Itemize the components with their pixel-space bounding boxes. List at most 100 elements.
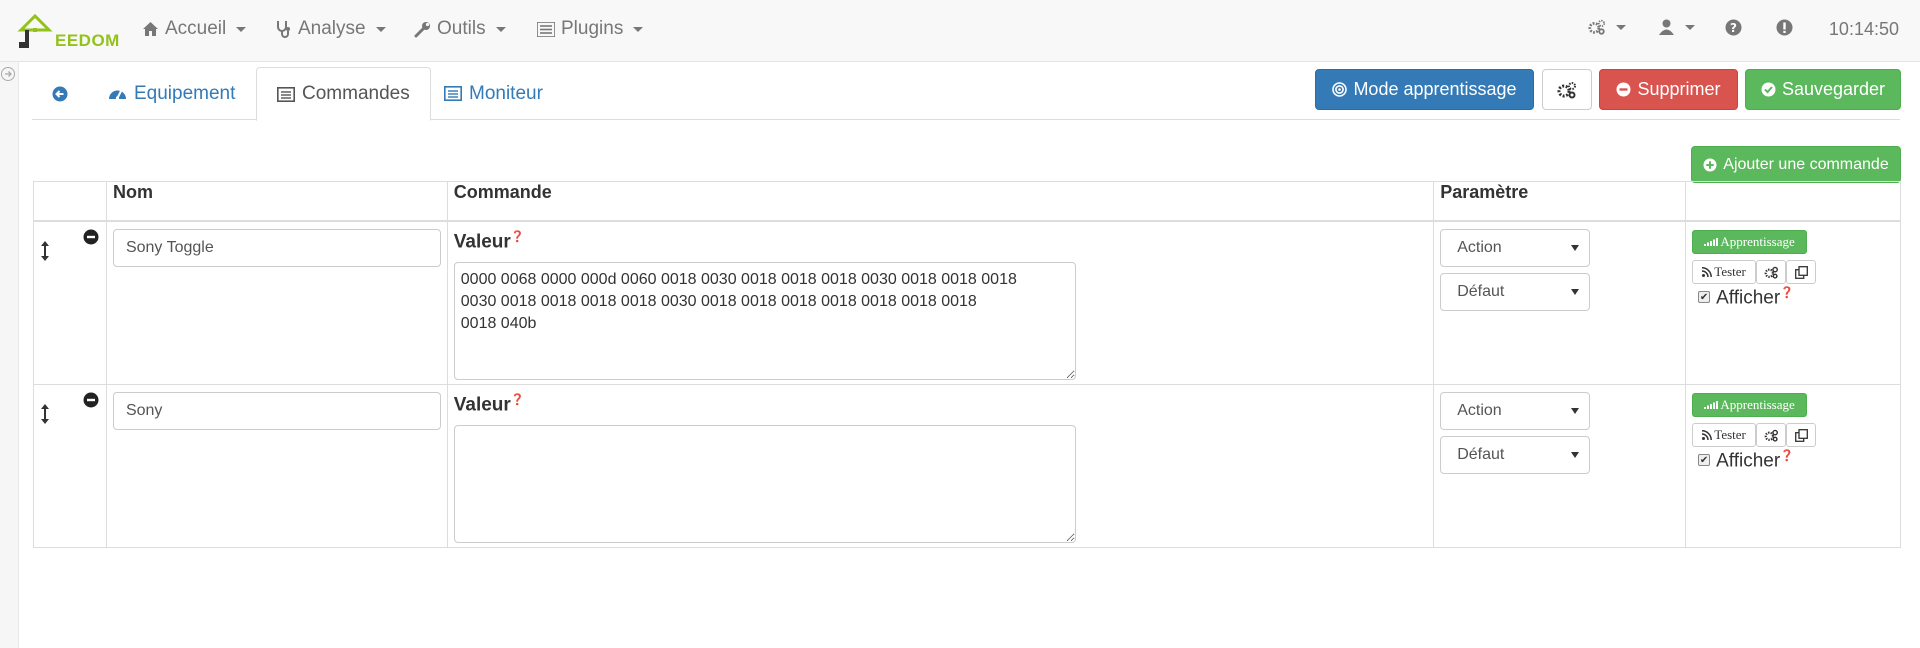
chevron-down-icon xyxy=(1685,24,1695,30)
drag-handle-icon[interactable] xyxy=(40,240,50,262)
plus-circle-icon xyxy=(1703,158,1717,171)
question-circle-icon[interactable]: ❓ xyxy=(511,394,525,406)
copy-icon xyxy=(1794,265,1808,279)
command-subtype-select[interactable]: Défaut xyxy=(1440,436,1591,474)
delete-label: Supprimer xyxy=(1637,79,1721,99)
command-type-select[interactable]: Action xyxy=(1440,392,1591,430)
header-handle xyxy=(33,181,107,222)
test-command-label: Tester xyxy=(1714,427,1746,442)
valeur-label: Valeur❓ xyxy=(454,230,525,253)
rss-icon xyxy=(1702,267,1713,277)
clock: 10:14:50 xyxy=(1828,19,1899,39)
learn-command-button[interactable]: Apprentissage xyxy=(1692,230,1808,254)
dropdown-arrow-icon xyxy=(1571,452,1580,458)
command-type-value: Action xyxy=(1457,402,1502,419)
show-label: Afficher❓ xyxy=(1716,286,1794,309)
user-dropdown[interactable] xyxy=(1657,18,1695,36)
menu-outils[interactable]: Outils xyxy=(413,18,506,40)
arrow-circle-left-icon xyxy=(52,86,68,101)
duplicate-command-button[interactable] xyxy=(1786,423,1817,447)
chevron-down-icon xyxy=(495,26,506,32)
test-command-button[interactable]: Tester xyxy=(1692,423,1757,447)
command-value-textarea[interactable]: 0000 0068 0000 000d 0060 0018 0030 0018 … xyxy=(453,262,1076,380)
table-row: Sony Toggle Valeur❓ 0000 0068 0000 000d … xyxy=(33,220,1901,385)
command-subtype-value: Défaut xyxy=(1457,446,1505,463)
question-icon: ? xyxy=(1724,18,1742,36)
question-circle-icon[interactable]: ❓ xyxy=(1780,287,1794,299)
left-sidebar-strip xyxy=(0,62,19,648)
add-command-button[interactable]: Ajouter une commande xyxy=(1691,146,1901,183)
command-subtype-select[interactable]: Défaut xyxy=(1440,273,1591,311)
command-config-button[interactable] xyxy=(1756,423,1787,447)
menu-plugins[interactable]: Plugins xyxy=(537,18,644,40)
dropdown-arrow-icon xyxy=(1571,245,1580,251)
table-row: Sony Valeur❓ Action Défaut Apprentissage… xyxy=(33,384,1901,548)
logo-text: EEDOM xyxy=(55,31,120,50)
header-parametre: Paramètre xyxy=(1433,181,1687,222)
chevron-down-icon xyxy=(1616,24,1626,30)
test-command-label: Tester xyxy=(1714,264,1746,279)
duplicate-command-button[interactable] xyxy=(1786,260,1817,284)
command-name-input[interactable]: Sony Toggle xyxy=(112,229,441,267)
tab-equipement[interactable]: Equipement xyxy=(88,67,255,120)
chevron-down-icon xyxy=(633,26,644,32)
learn-mode-label: Mode apprentissage xyxy=(1353,79,1517,99)
menu-analyse[interactable]: Analyse xyxy=(274,18,386,40)
tab-commandes-label: Commandes xyxy=(302,83,410,104)
learn-command-label: Apprentissage xyxy=(1720,397,1795,412)
drag-handle-icon[interactable] xyxy=(40,403,50,425)
valeur-label-text: Valeur xyxy=(453,231,511,253)
svg-text:?: ? xyxy=(1730,21,1737,35)
gears-icon xyxy=(1764,266,1778,279)
header-nom: Nom xyxy=(105,181,448,222)
tab-back[interactable] xyxy=(32,67,88,120)
chevron-down-icon xyxy=(375,26,386,32)
copy-icon xyxy=(1794,428,1808,442)
arrow-right-icon xyxy=(5,71,12,77)
stethoscope-icon xyxy=(274,20,292,38)
tab-moniteur[interactable]: Moniteur xyxy=(424,67,563,120)
question-circle-icon[interactable]: ❓ xyxy=(1780,450,1794,462)
command-subtype-value: Défaut xyxy=(1457,283,1505,300)
home-icon xyxy=(141,20,159,38)
test-command-button[interactable]: Tester xyxy=(1692,260,1757,284)
question-circle-icon[interactable]: ❓ xyxy=(511,231,525,243)
advanced-config-button[interactable] xyxy=(1542,69,1592,110)
bullseye-icon xyxy=(1332,82,1348,97)
top-navbar: JEEDOM Accueil Analyse Outils Plugins xyxy=(0,0,1920,62)
remove-command-icon[interactable] xyxy=(83,392,99,408)
show-label-text: Afficher xyxy=(1716,287,1781,309)
remove-command-icon[interactable] xyxy=(83,229,99,245)
delete-button[interactable]: Supprimer xyxy=(1599,69,1738,110)
learn-command-button[interactable]: Apprentissage xyxy=(1692,393,1808,417)
help-button[interactable]: ? xyxy=(1724,18,1742,36)
exclamation-icon xyxy=(1775,18,1793,36)
menu-plugins-label: Plugins xyxy=(561,18,624,39)
messages-button[interactable] xyxy=(1775,18,1793,36)
menu-accueil[interactable]: Accueil xyxy=(141,18,247,40)
wrench-icon xyxy=(413,20,431,38)
valeur-label-text: Valeur xyxy=(453,394,511,416)
command-config-button[interactable] xyxy=(1756,260,1787,284)
learn-command-label: Apprentissage xyxy=(1720,234,1795,249)
chevron-down-icon xyxy=(236,26,247,32)
save-button[interactable]: Sauvegarder xyxy=(1745,69,1901,110)
show-checkbox[interactable]: ✔ xyxy=(1698,454,1711,466)
show-checkbox[interactable]: ✔ xyxy=(1698,291,1711,303)
sidebar-toggle-button[interactable] xyxy=(1,67,15,81)
table-header-row: Nom Commande Paramètre xyxy=(33,181,1901,222)
dropdown-arrow-icon xyxy=(1571,289,1580,295)
tab-commandes[interactable]: Commandes xyxy=(256,67,431,121)
learn-mode-button[interactable]: Mode apprentissage xyxy=(1315,69,1534,110)
list-alt-icon xyxy=(277,86,295,102)
menu-analyse-label: Analyse xyxy=(298,18,366,39)
command-value-textarea[interactable] xyxy=(453,425,1076,543)
add-command-label: Ajouter une commande xyxy=(1723,155,1889,173)
jeedom-logo[interactable]: JEEDOM xyxy=(17,12,119,52)
settings-dropdown[interactable] xyxy=(1588,18,1626,36)
command-name-input[interactable]: Sony xyxy=(112,392,441,430)
menu-accueil-label: Accueil xyxy=(165,18,227,39)
signal-icon xyxy=(1704,401,1719,409)
save-label: Sauvegarder xyxy=(1781,79,1886,99)
command-type-select[interactable]: Action xyxy=(1440,229,1591,267)
